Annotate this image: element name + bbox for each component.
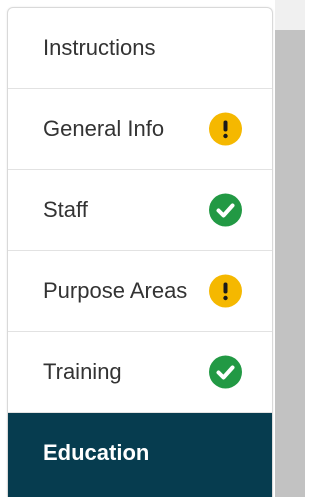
- complete-status-icon: [209, 193, 242, 227]
- vertical-scrollbar[interactable]: [275, 0, 305, 497]
- nav-item-general-info[interactable]: General Info: [8, 89, 272, 170]
- nav-item-instructions[interactable]: Instructions: [8, 8, 272, 89]
- nav-item-staff[interactable]: Staff: [8, 170, 272, 251]
- nav-item-label: Purpose Areas: [43, 278, 188, 303]
- nav-item-label: Education: [43, 440, 150, 465]
- exclamation-icon: [223, 282, 228, 301]
- complete-status-icon: [209, 355, 242, 389]
- nav-item-label: Training: [43, 359, 122, 384]
- nav-item-purpose-areas[interactable]: Purpose Areas: [8, 251, 272, 332]
- checkmark-icon: [216, 203, 235, 218]
- page: Instructions General Info Staff Purpose …: [0, 0, 305, 497]
- nav-item-training[interactable]: Training: [8, 332, 272, 413]
- warning-status-icon: [209, 112, 242, 146]
- nav-item-label: General Info: [43, 116, 165, 141]
- section-navigation: Instructions General Info Staff Purpose …: [7, 7, 273, 497]
- checkmark-icon: [216, 365, 235, 380]
- nav-item-education[interactable]: Education: [8, 413, 272, 497]
- exclamation-icon: [223, 120, 228, 139]
- nav-item-label: Instructions: [43, 35, 156, 60]
- scrollbar-track-top: [275, 0, 305, 30]
- nav-item-label: Staff: [43, 197, 88, 222]
- warning-status-icon: [209, 274, 242, 308]
